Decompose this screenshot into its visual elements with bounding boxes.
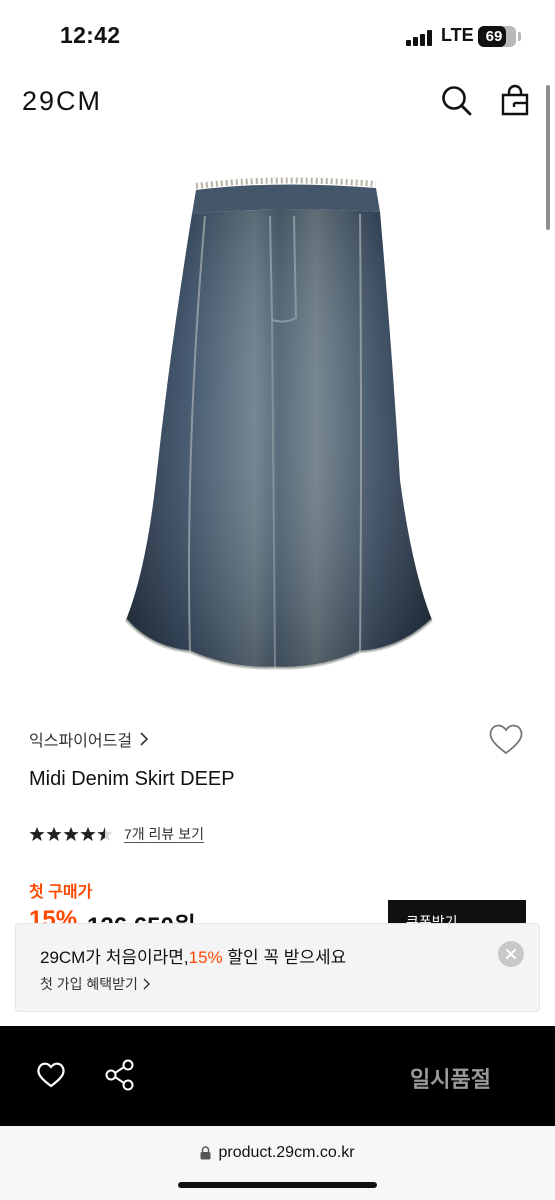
heart-icon[interactable] [36,1061,66,1089]
lock-icon [200,1146,211,1160]
logo[interactable]: 29CM [22,86,102,117]
status-bar: 12:42 LTE 69 [0,0,555,70]
status-time: 12:42 [60,22,121,48]
banner-title-highlight: 15% [188,948,223,967]
network-type: LTE [441,25,474,45]
search-icon[interactable] [440,84,474,118]
banner-title: 29CM가 처음이라면,15% 할인 꼭 받으세요 [40,943,346,968]
product-image[interactable] [0,150,555,695]
url-field[interactable]: product.29cm.co.kr [0,1144,555,1162]
banner-subtitle: 첫 가입 혜택받기 [40,976,138,992]
signup-banner[interactable]: 29CM가 처음이라면,15% 할인 꼭 받으세요 첫 가입 혜택받기 [15,923,540,1012]
brand-name: 익스파이어드걸 [29,733,133,750]
product-name: Midi Denim Skirt DEEP [29,768,235,790]
home-indicator[interactable] [178,1182,377,1188]
signal-icon [406,30,436,46]
banner-title-suffix: 할인 꼭 받으세요 [222,948,347,967]
star-icon [29,827,45,841]
url-text: product.29cm.co.kr [218,1144,355,1161]
battery-level: 69 [485,28,503,45]
sold-out-button[interactable]: 일시품절 [410,1062,491,1094]
signup-benefit-link[interactable]: 첫 가입 혜택받기 [40,974,150,994]
review-link[interactable]: 7개 리뷰 보기 [124,826,204,843]
star-icon [63,827,79,841]
app-header: 29CM [0,70,555,138]
battery-icon: 69 [478,26,516,47]
star-icon [80,827,96,841]
banner-title-prefix: 29CM가 처음이라면, [40,948,189,967]
close-icon[interactable] [498,941,524,967]
first-purchase-label: 첫 구매가 [29,884,93,901]
chevron-right-icon [140,732,149,746]
star-icon [97,827,113,841]
brand-link[interactable]: 익스파이어드걸 [29,727,149,751]
wishlist-heart-icon[interactable] [488,722,524,756]
share-icon[interactable] [104,1058,136,1092]
chevron-right-icon [143,978,150,990]
rating-stars [29,826,114,842]
rating-row: 7개 리뷰 보기 [29,823,204,845]
star-icon [46,827,62,841]
bag-icon[interactable] [498,84,532,118]
bottom-action-bar: 일시품절 [0,1026,555,1126]
browser-url-bar: product.29cm.co.kr [0,1126,555,1200]
